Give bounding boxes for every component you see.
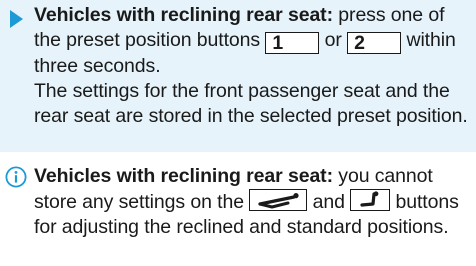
preset-button-2-key: 2 bbox=[347, 32, 402, 54]
step-paragraph-2: The settings for the front passenger sea… bbox=[34, 80, 468, 127]
preset-button-1-key: 1 bbox=[265, 32, 320, 54]
note-and-text: and bbox=[307, 191, 351, 213]
step-or-text: or bbox=[319, 29, 348, 51]
info-icon bbox=[5, 166, 27, 188]
recline-seat-icon bbox=[249, 189, 308, 211]
step-arrow-icon bbox=[10, 10, 23, 28]
note-lead-text: Vehicles with reclining rear seat: bbox=[34, 165, 333, 187]
upright-seat-icon bbox=[350, 189, 391, 211]
info-note: Vehicles with reclining rear seat: you c… bbox=[34, 164, 468, 240]
instruction-step: Vehicles with reclining rear seat: press… bbox=[34, 3, 468, 129]
step-lead-text: Vehicles with reclining rear seat: bbox=[34, 4, 333, 26]
